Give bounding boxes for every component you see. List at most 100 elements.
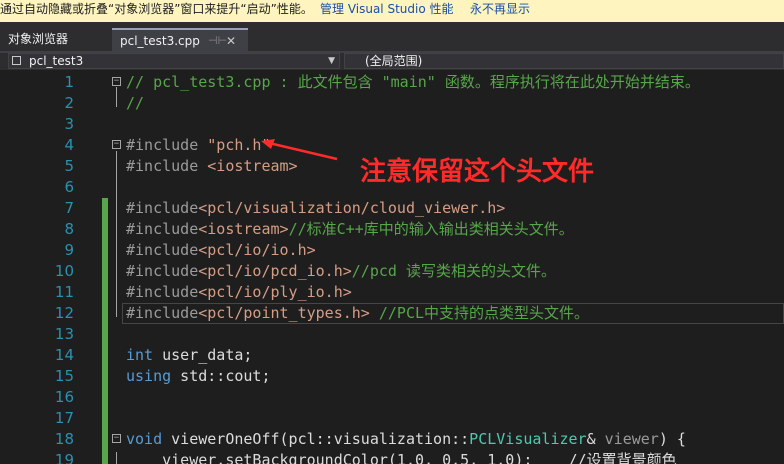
pin-icon[interactable]: ⊣⊢ xyxy=(208,30,227,52)
code-text: #include<pcl/io/io.h> xyxy=(126,240,316,261)
code-line[interactable]: 9 #include<pcl/io/io.h> xyxy=(0,240,784,261)
change-marker xyxy=(102,324,108,345)
code-line[interactable]: 16 xyxy=(0,387,784,408)
code-token: ) { xyxy=(658,430,686,448)
document-tab-strip: 对象浏览器 pcl_test3.cpp ⊣⊢ ✕ xyxy=(0,22,784,51)
code-token: using xyxy=(126,367,172,385)
code-token: <pcl/visualization/cloud_viewer.h> xyxy=(198,199,506,217)
code-line[interactable]: 7 #include<pcl/visualization/cloud_viewer… xyxy=(0,198,784,219)
change-marker xyxy=(102,282,108,303)
tab-object-browser[interactable]: 对象浏览器 xyxy=(0,28,112,51)
code-line[interactable]: 10 #include<pcl/io/pcd_io.h>//pcd 读写类相关的头… xyxy=(0,261,784,282)
change-marker xyxy=(102,429,108,450)
change-marker xyxy=(102,408,108,429)
code-line[interactable]: 11 #include<pcl/io/ply_io.h> xyxy=(0,282,784,303)
code-text: #include<pcl/io/ply_io.h> xyxy=(126,282,352,303)
line-number: 18 xyxy=(54,430,74,448)
code-token: <iostream> xyxy=(198,220,289,238)
tab-pcl-test3-cpp[interactable]: pcl_test3.cpp ⊣⊢ ✕ xyxy=(112,28,248,51)
line-number: 14 xyxy=(54,346,74,364)
project-dropdown[interactable]: pcl_test3 ▼ xyxy=(8,53,340,69)
annotation-arrow xyxy=(261,139,338,161)
line-number: 8 xyxy=(64,220,74,238)
code-token: #include xyxy=(126,136,208,154)
code-token: #include xyxy=(126,220,199,238)
code-token: <pcl/io/io.h> xyxy=(198,241,316,259)
code-token: viewer xyxy=(604,430,659,448)
code-text: void viewerOneOff(pcl::visualization::PC… xyxy=(126,429,686,450)
code-token: viewerOneOff(pcl::visualization:: xyxy=(162,430,470,448)
code-line[interactable]: 8 #include<iostream>//标准C++库中的输入输出类相关头文件。 xyxy=(0,219,784,240)
collapse-icon[interactable]: − xyxy=(112,77,121,86)
line-number: 4 xyxy=(64,136,74,154)
code-token: <pcl/io/ply_io.h> xyxy=(198,283,352,301)
line-number: 9 xyxy=(64,241,74,259)
change-marker xyxy=(102,261,108,282)
line-number: 6 xyxy=(64,178,74,196)
code-line[interactable]: 18 − void viewerOneOff(pcl::visualization:… xyxy=(0,429,784,450)
code-text: #include<iostream>//标准C++库中的输入输出类相关头文件。 xyxy=(126,219,574,240)
line-number: 19 xyxy=(54,451,74,464)
collapse-icon[interactable]: − xyxy=(112,140,121,149)
never-show-again-link[interactable]: 永不再显示 xyxy=(470,0,530,18)
code-token: <pcl/io/pcd_io.h> xyxy=(198,262,352,280)
line-number: 7 xyxy=(64,199,74,217)
collapse-icon[interactable]: − xyxy=(112,434,121,443)
change-marker xyxy=(102,387,108,408)
code-line[interactable]: 14 int user_data; xyxy=(0,345,784,366)
tab-label: 对象浏览器 xyxy=(8,32,69,46)
fold-guide xyxy=(116,87,117,107)
current-line-highlight xyxy=(122,303,784,324)
change-marker xyxy=(102,450,108,464)
change-marker xyxy=(102,366,108,387)
change-marker xyxy=(102,240,108,261)
navigation-bar: pcl_test3 ▼ (全局范围) xyxy=(0,53,784,70)
code-token: viewer.setBackgroundColor(1.0, 0.5, 1.0)… xyxy=(126,451,677,464)
line-number: 1 xyxy=(64,73,74,91)
code-token: int xyxy=(126,346,154,364)
close-icon[interactable]: ✕ xyxy=(226,30,236,52)
change-marker xyxy=(102,198,108,219)
code-text: viewer.setBackgroundColor(1.0, 0.5, 1.0)… xyxy=(126,450,677,464)
code-token: #include xyxy=(126,199,199,217)
code-token: std::cout; xyxy=(171,367,271,385)
project-icon xyxy=(12,56,21,65)
code-line[interactable]: 3 xyxy=(0,114,784,135)
code-line[interactable]: 2 // xyxy=(0,93,784,114)
code-text: // xyxy=(126,93,144,114)
line-number: 13 xyxy=(54,325,74,343)
change-marker xyxy=(102,303,108,324)
fold-guide xyxy=(116,452,117,464)
code-line[interactable]: 1 −// pcl_test3.cpp : 此文件包含 "main" 函数。程序执… xyxy=(0,72,784,93)
code-token: #include xyxy=(126,241,199,259)
code-line[interactable]: 15 using std::cout; xyxy=(0,366,784,387)
code-token: user_data; xyxy=(153,346,253,364)
manage-performance-link[interactable]: 管理 Visual Studio 性能 xyxy=(320,0,454,18)
code-text: using std::cout; xyxy=(126,366,271,387)
line-number: 5 xyxy=(64,157,74,175)
annotation-note: 注意保留这个头文件 xyxy=(360,157,595,187)
line-number: 10 xyxy=(54,262,74,280)
code-line[interactable]: 19 viewer.setBackgroundColor(1.0, 0.5, 1… xyxy=(0,450,784,464)
code-token: void xyxy=(126,430,163,448)
fold-guide xyxy=(116,151,117,317)
line-number: 17 xyxy=(54,409,74,427)
code-token: //标准C++库中的输入输出类相关头文件。 xyxy=(288,220,574,238)
code-line[interactable]: 17 xyxy=(0,408,784,429)
code-text: #include<pcl/visualization/cloud_viewer.… xyxy=(126,198,505,219)
line-number: 2 xyxy=(64,94,74,112)
code-text: #include "pch.h" xyxy=(126,135,271,156)
line-number: 12 xyxy=(54,304,74,322)
line-number: 16 xyxy=(54,388,74,406)
code-line[interactable]: 13 xyxy=(0,324,784,345)
line-number: 11 xyxy=(54,283,74,301)
code-text: #include<pcl/io/pcd_io.h>//pcd 读写类相关的头文件… xyxy=(126,261,556,282)
scope-dropdown[interactable]: (全局范围) xyxy=(344,53,784,69)
code-token: // pcl_test3.cpp : 此文件包含 "main" 函数。程序执行将… xyxy=(126,73,700,91)
code-token: & xyxy=(586,430,605,448)
code-editor[interactable]: 19 viewer.setBackgroundColor(1.0, 0.5, 1… xyxy=(0,70,784,464)
change-marker xyxy=(102,345,108,366)
code-token: #include xyxy=(126,157,208,175)
code-token: #include xyxy=(126,283,199,301)
scope-name: (全局范围) xyxy=(365,54,423,68)
